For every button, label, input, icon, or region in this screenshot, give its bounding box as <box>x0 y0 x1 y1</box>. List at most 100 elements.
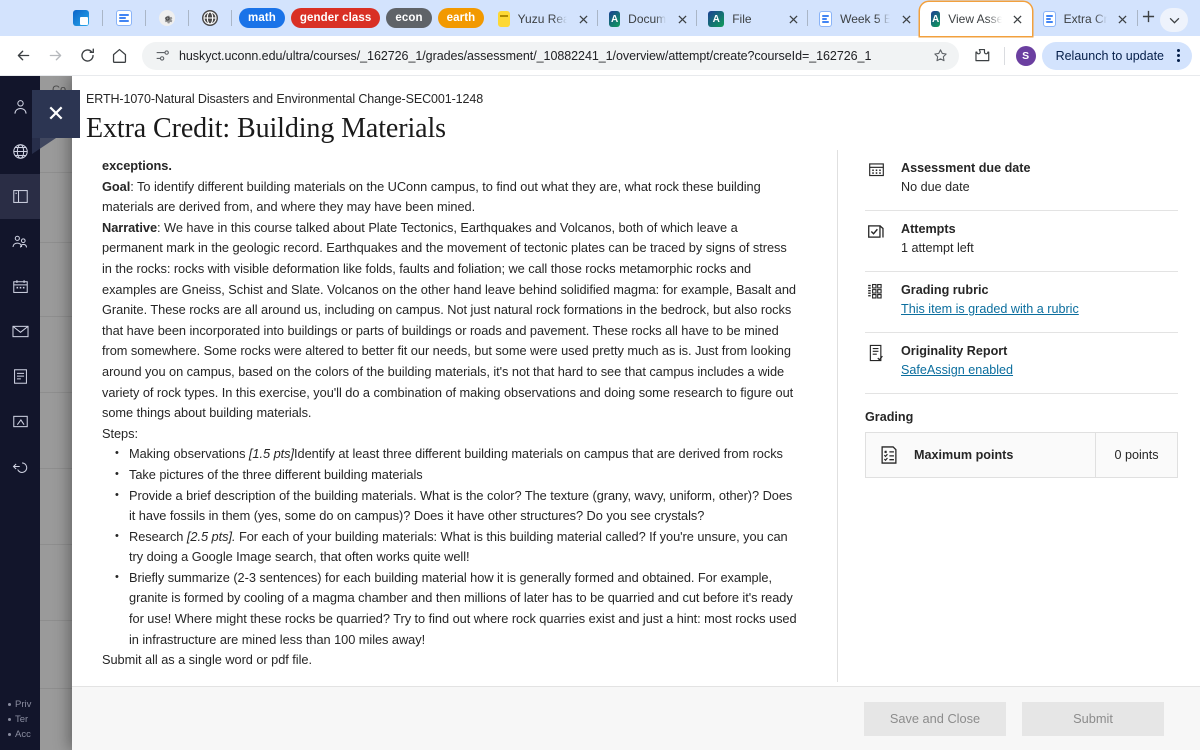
star-icon[interactable] <box>933 48 949 64</box>
page-viewport: Priv Ter Acc Co ERTH-1070-Natural Disast <box>0 76 1200 750</box>
address-bar[interactable]: huskyct.uconn.edu/ultra/courses/_162726_… <box>142 41 959 70</box>
groups-icon[interactable] <box>0 219 40 264</box>
tab-view-assessment[interactable]: A View Assessment <box>920 2 1032 36</box>
outlook-pinned-tab[interactable] <box>64 3 98 33</box>
globe-icon <box>202 10 218 26</box>
earth-pinned-tab[interactable]: earth <box>435 3 488 33</box>
close-icon[interactable] <box>1115 11 1131 27</box>
attempts-icon <box>865 220 887 258</box>
close-modal-button[interactable]: ✕ <box>32 90 80 154</box>
list-item: Making observations [1.5 pts]Identify at… <box>112 443 797 465</box>
gear-icon <box>159 10 175 26</box>
exceptions-line: exceptions. <box>102 158 172 173</box>
submit-button[interactable]: Submit <box>1022 701 1164 736</box>
forward-button[interactable] <box>40 41 70 71</box>
extensions-icon[interactable] <box>967 41 997 71</box>
document-icon <box>116 10 132 26</box>
relaunch-to-update-button[interactable]: Relaunch to update <box>1041 41 1192 70</box>
earth-tab-label: earth <box>437 8 485 28</box>
goal-paragraph: Goal: To identify different building mat… <box>102 178 761 215</box>
detail-assessment-due-date: Assessment due date No due date <box>865 150 1178 211</box>
tab-label: Document <box>628 12 667 26</box>
tab-strip-right-controls <box>1160 8 1196 36</box>
docs-pinned-tab[interactable] <box>107 3 141 33</box>
back-button[interactable] <box>8 41 38 71</box>
lms-footer-links: Priv Ter Acc <box>8 697 31 742</box>
pinned-tabs-group: math gender class econ earth <box>0 0 487 36</box>
math-pinned-tab[interactable]: math <box>236 3 288 33</box>
page-title: Extra Credit: Building Materials <box>86 113 446 144</box>
tab-week-5-earth[interactable]: Week 5 Earth <box>808 2 920 36</box>
detail-originality-report: Originality Report SafeAssign enabled <box>865 333 1178 394</box>
tab-divider <box>145 10 146 26</box>
originality-icon <box>865 342 887 380</box>
safeassign-link[interactable]: SafeAssign enabled <box>901 361 1013 380</box>
globe-pinned-tab[interactable] <box>193 3 227 33</box>
url-text: huskyct.uconn.edu/ultra/courses/_162726_… <box>179 48 872 63</box>
detail-value: No due date <box>901 180 970 194</box>
grading-card: Maximum points 0 points <box>865 432 1178 478</box>
instructions-panel: exceptions. Goal: To identify different … <box>72 150 837 750</box>
new-tab-button[interactable] <box>1138 3 1160 31</box>
list-item: Take pictures of the three different bui… <box>112 464 797 486</box>
gear-pinned-tab[interactable] <box>150 3 184 33</box>
tab-label: Week 5 Earth <box>840 12 891 26</box>
modal-content: exceptions. Goal: To identify different … <box>72 150 1200 750</box>
narrative-paragraph: Narrative: We have in this course talked… <box>102 219 796 421</box>
signout-icon[interactable] <box>0 444 40 489</box>
list-item: Research [2.5 pts]. For each of your bui… <box>112 526 797 568</box>
tab-divider <box>231 10 232 26</box>
close-icon: ✕ <box>46 101 66 126</box>
rubric-icon <box>865 281 887 319</box>
browser-toolbar: huskyct.uconn.edu/ultra/courses/_162726_… <box>0 36 1200 76</box>
tab-file[interactable]: A File <box>697 2 807 36</box>
tune-icon[interactable] <box>154 48 170 64</box>
close-icon[interactable] <box>898 11 914 27</box>
maximum-points-icon <box>878 444 900 466</box>
calendar-icon <box>865 159 887 197</box>
tools-icon[interactable] <box>0 399 40 444</box>
profile-avatar[interactable]: S <box>1015 45 1036 66</box>
browser-window: math gender class econ earth Yuzu Reader… <box>0 0 1200 750</box>
blackboard-icon: A <box>708 11 725 27</box>
gender-class-pinned-tab[interactable]: gender class <box>288 3 384 33</box>
messages-icon[interactable] <box>0 309 40 354</box>
gender-class-tab-label: gender class <box>290 8 381 28</box>
close-icon[interactable] <box>785 11 801 27</box>
close-icon[interactable] <box>575 11 591 27</box>
home-button[interactable] <box>104 41 134 71</box>
grading-points-value: 0 points <box>1095 433 1177 477</box>
econ-pinned-tab[interactable]: econ <box>383 3 434 33</box>
grading-rubric-link[interactable]: This item is graded with a rubric <box>901 300 1079 319</box>
tab-label: Yuzu Reader <box>517 12 568 26</box>
tab-search-chevron-down-icon[interactable] <box>1160 8 1188 32</box>
terms-link[interactable]: Ter <box>8 712 31 727</box>
blackboard-icon: A <box>931 11 941 27</box>
outlook-icon <box>73 10 89 26</box>
detail-value: 1 attempt left <box>901 241 974 255</box>
save-and-close-button[interactable]: Save and Close <box>864 701 1006 736</box>
list-item: Briefly summarize (2-3 sentences) for ea… <box>112 567 797 650</box>
calendar-icon[interactable] <box>0 264 40 309</box>
details-panel: Assessment due date No due date Attempts… <box>838 150 1200 750</box>
accessibility-link[interactable]: Acc <box>8 727 31 742</box>
toolbar-divider <box>1003 46 1005 65</box>
tab-divider <box>188 10 189 26</box>
close-icon[interactable] <box>674 11 690 27</box>
tab-label: Extra Credit <box>1063 12 1107 26</box>
list-item: Provide a brief description of the build… <box>112 484 797 527</box>
tab-strip: math gender class econ earth Yuzu Reader… <box>0 0 1200 36</box>
grades-icon[interactable] <box>0 354 40 399</box>
tab-document[interactable]: A Document <box>598 2 696 36</box>
relaunch-label: Relaunch to update <box>1055 48 1164 63</box>
close-icon[interactable] <box>1010 11 1026 27</box>
tab-extra-credit[interactable]: Extra Credit <box>1032 2 1137 36</box>
document-icon <box>819 11 833 27</box>
courses-icon[interactable] <box>0 174 40 219</box>
tab-yuzu-reader[interactable]: Yuzu Reader <box>487 2 597 36</box>
steps-label: Steps: <box>102 425 138 441</box>
modal-header: ERTH-1070-Natural Disasters and Environm… <box>72 76 1200 145</box>
kebab-menu-icon[interactable] <box>1170 49 1186 62</box>
privacy-link[interactable]: Priv <box>8 697 31 712</box>
reload-button[interactable] <box>72 41 102 71</box>
